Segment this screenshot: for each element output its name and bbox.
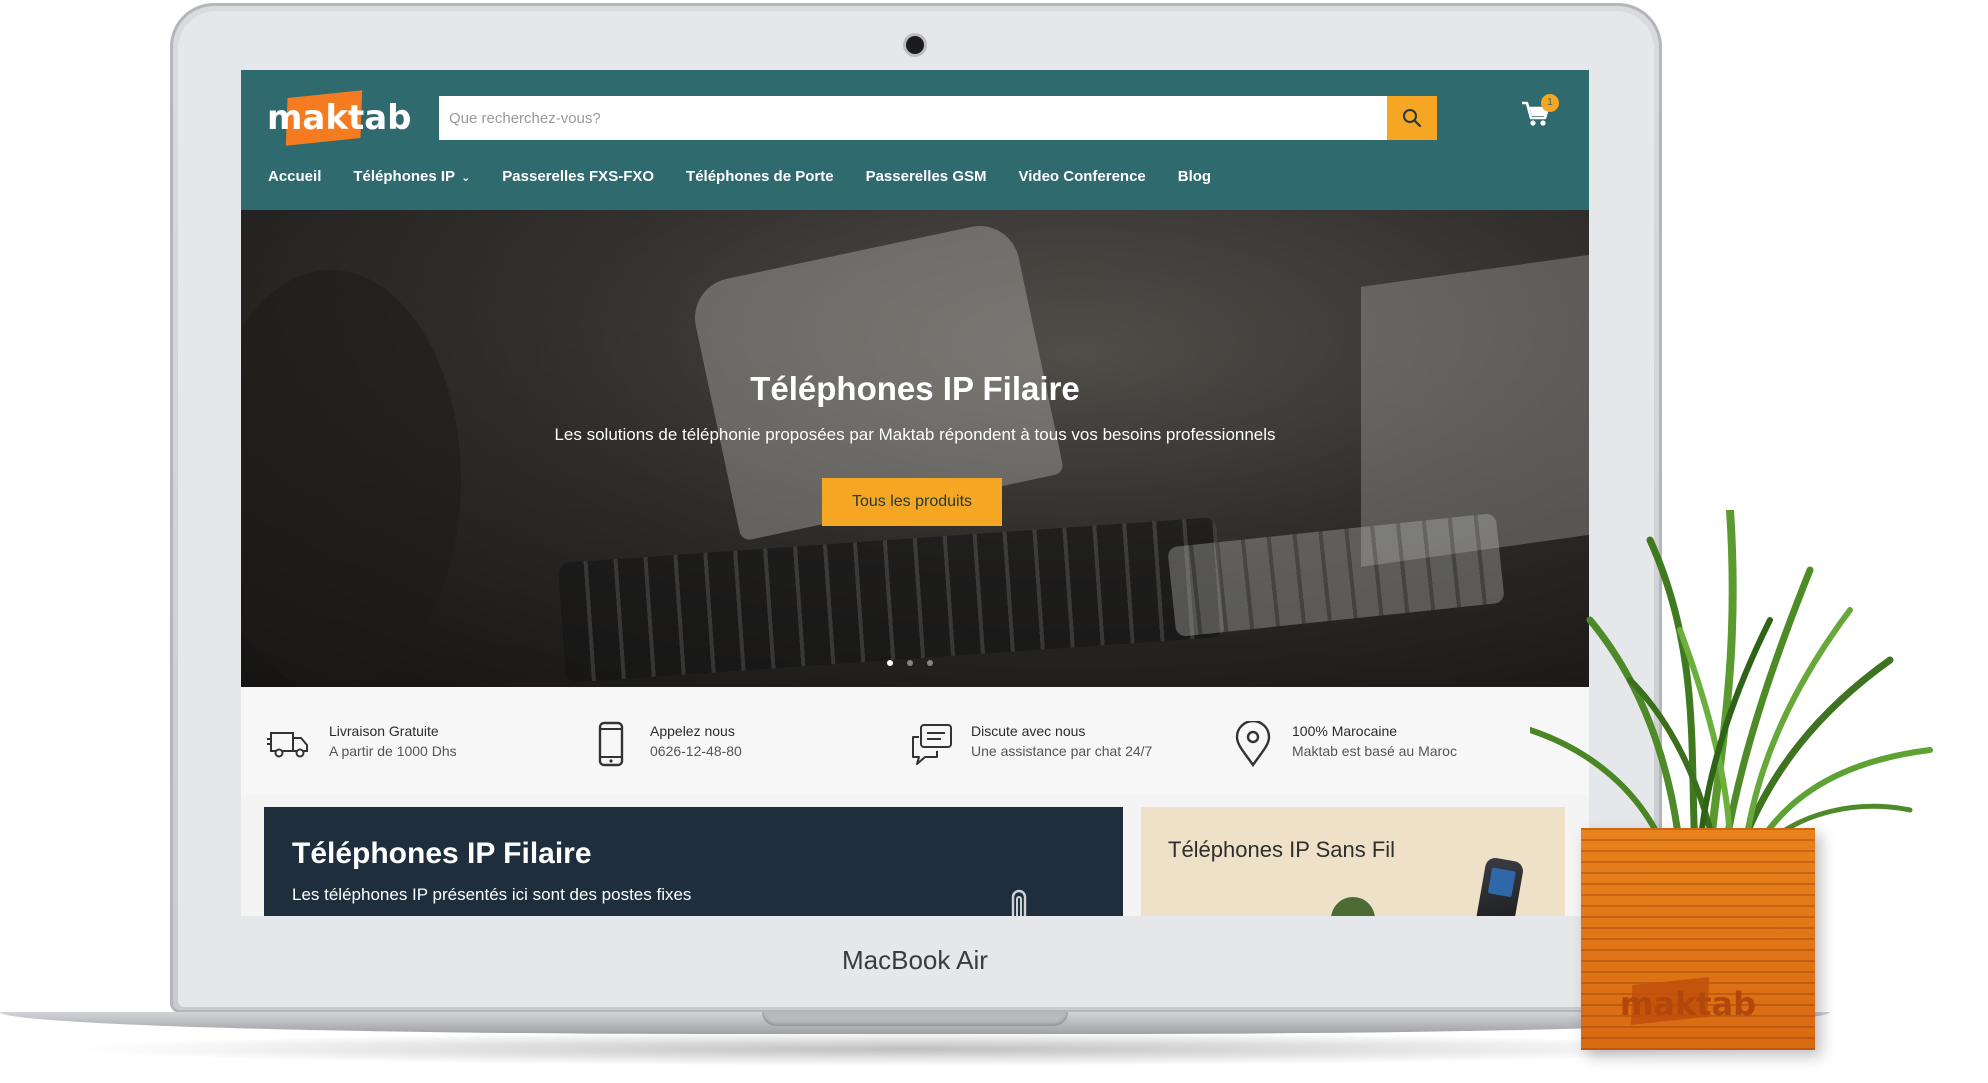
cactus-image: [1331, 897, 1375, 916]
plant-pot-logo-text: maktab: [1620, 985, 1757, 1023]
feature-subtitle: Maktab est basé au Maroc: [1292, 743, 1457, 759]
nav-item-blog[interactable]: Blog: [1178, 168, 1211, 185]
feature-title: Appelez nous: [650, 723, 735, 739]
feature-title: Livraison Gratuite: [329, 723, 439, 739]
site-header: maktab 1 Accueil Téléphones IP ⌄ Passerel…: [241, 70, 1589, 210]
hero-bg-keyboard-shape: [557, 517, 1225, 683]
logo-text: maktab: [267, 98, 412, 138]
search-input[interactable]: [439, 96, 1387, 140]
search-icon: [1403, 109, 1422, 128]
wireless-phone-image: [1471, 856, 1525, 916]
delivery-truck-icon: [267, 732, 308, 758]
feature-title: 100% Marocaine: [1292, 723, 1398, 739]
paperclip-icon: [1011, 889, 1027, 916]
nav-item-telephones-ip[interactable]: Téléphones IP ⌄: [353, 168, 470, 185]
all-products-button[interactable]: Tous les produits: [822, 478, 1002, 526]
nav-item-label: Blog: [1177, 168, 1212, 185]
feature-subtitle: A partir de 1000 Dhs: [329, 743, 457, 759]
device-model-label: MacBook Air: [842, 945, 988, 975]
slider-dot-3[interactable]: [927, 660, 933, 666]
nav-item-passerelles-fxs-fxo[interactable]: Passerelles FXS-FXO: [502, 168, 654, 185]
hero-bg-keyboard-right-shape: [1167, 512, 1505, 638]
plant-leaves-image: [1530, 510, 1933, 850]
nav-item-label: Accueil: [268, 168, 322, 185]
laptop-shadow: [60, 1032, 1760, 1066]
map-pin-icon: [1235, 721, 1271, 767]
laptop-hinge-notch: [762, 1012, 1068, 1026]
hero-banner: Téléphones IP Filaire Les solutions de t…: [241, 210, 1589, 687]
category-card-wireless-ip-phones[interactable]: Téléphones IP Sans Fil: [1141, 807, 1565, 916]
nav-item-label: Video Conference: [1018, 168, 1146, 185]
site-logo[interactable]: maktab: [267, 90, 415, 146]
hero-title: Téléphones IP Filaire: [750, 370, 1080, 407]
hero-subtitle: Les solutions de téléphonie proposées pa…: [554, 425, 1276, 444]
chat-bubbles-icon: [912, 724, 952, 765]
nav-item-label: Téléphones de Porte: [686, 168, 834, 185]
nav-item-video-conference[interactable]: Video Conference: [1019, 168, 1146, 185]
mobile-phone-icon: [598, 721, 624, 767]
slider-dot-2[interactable]: [907, 660, 913, 666]
webcam-icon: [906, 36, 924, 54]
feature-subtitle: 0626-12-48-80: [650, 743, 742, 759]
slider-dots: [887, 660, 933, 666]
slider-dot-1[interactable]: [887, 660, 893, 666]
main-nav: Accueil Téléphones IP ⌄ Passerelles FXS-F…: [268, 168, 1243, 185]
features-bar: Livraison Gratuite A partir de 1000 Dhs …: [241, 687, 1589, 795]
category-title: Téléphones IP Filaire: [292, 837, 592, 870]
search-button[interactable]: [1387, 96, 1437, 140]
feature-subtitle: Une assistance par chat 24/7: [971, 743, 1153, 759]
chevron-down-icon: ⌄: [461, 172, 471, 184]
category-description: Les téléphones IP présentés ici sont des…: [292, 885, 692, 904]
plant-pot-logo: maktab: [1620, 977, 1780, 1025]
cart-button[interactable]: 1: [1521, 94, 1561, 134]
nav-item-passerelles-gsm[interactable]: Passerelles GSM: [866, 168, 987, 185]
hero-bg-person-shape: [241, 270, 461, 687]
nav-item-label: Passerelles FXS-FXO: [502, 168, 655, 185]
feature-title: Discute avec nous: [971, 723, 1086, 739]
cart-count-badge: 1: [1541, 94, 1559, 112]
nav-item-label: Passerelles GSM: [865, 168, 987, 185]
category-title: Téléphones IP Sans Fil: [1168, 837, 1396, 862]
nav-item-label: Téléphones IP: [353, 168, 456, 185]
nav-item-telephones-de-porte[interactable]: Téléphones de Porte: [686, 168, 834, 185]
category-card-wired-ip-phones[interactable]: Téléphones IP Filaire Les téléphones IP …: [264, 807, 1123, 916]
nav-item-accueil[interactable]: Accueil: [268, 168, 321, 185]
laptop-screen: maktab 1 Accueil Téléphones IP ⌄ Passerel…: [241, 70, 1589, 916]
